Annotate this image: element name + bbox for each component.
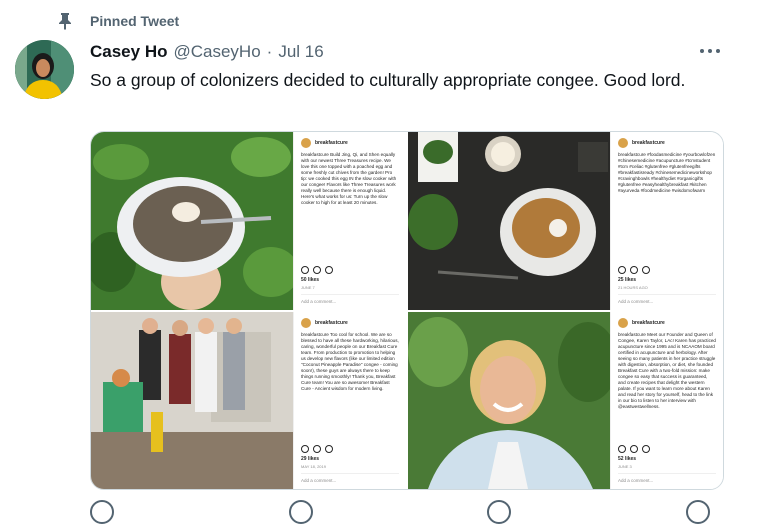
tweet-actions [90, 500, 710, 524]
instagram-avatar [618, 317, 628, 328]
instagram-avatar [301, 317, 311, 328]
instagram-username: breakfastcure [315, 319, 348, 326]
pin-icon [59, 13, 71, 30]
instagram-action-icons [618, 265, 716, 274]
instagram-avatar [618, 138, 628, 148]
instagram-date: JUNE 3 [618, 464, 632, 469]
separator-dot: · [266, 42, 273, 61]
share-icon[interactable] [685, 500, 710, 524]
username-handle[interactable]: @CaseyHo [173, 42, 260, 62]
more-options-icon[interactable] [700, 46, 720, 56]
congee-bowl-photo [91, 132, 294, 310]
instagram-likes: 25 likes [618, 276, 637, 283]
instagram-username: breakfastcure [632, 319, 665, 326]
avatar[interactable] [15, 40, 74, 99]
instagram-date: 21 HOURS AGO [618, 284, 648, 290]
instagram-username: breakfastcure [315, 140, 348, 146]
reply-icon[interactable] [90, 500, 114, 524]
instagram-date: JUNE 7 [301, 284, 315, 290]
instagram-post-panel: breakfastcure breakfastcure Meet our Fou… [610, 311, 723, 489]
media-image-slow-cooker[interactable]: breakfastcure breakfastcure #foodasmedic… [408, 132, 723, 310]
instagram-caption: breakfastcure Build Jing, Qi, and Shen e… [301, 152, 397, 205]
instagram-comment-placeholder: Add a comment... [301, 293, 399, 304]
pinned-tweet-indicator: Pinned Tweet [58, 11, 179, 31]
instagram-likes: 50 likes [301, 276, 320, 283]
instagram-caption: breakfastcure Too cool for school. We ar… [301, 331, 399, 391]
tweet-media-grid[interactable]: breakfastcure breakfastcure Build Jing, … [90, 131, 724, 490]
instagram-comment-placeholder: Add a comment... [618, 473, 716, 483]
slow-cooker-photo [408, 132, 611, 310]
retweet-icon[interactable] [288, 500, 313, 524]
media-image-congee-bowl[interactable]: breakfastcure breakfastcure Build Jing, … [91, 132, 406, 310]
instagram-date: MAY 18, 2019 [301, 464, 326, 469]
display-name[interactable]: Casey Ho [90, 42, 167, 62]
instagram-likes: 29 likes [301, 456, 320, 462]
pinned-label: Pinned Tweet [90, 13, 180, 29]
tweet-header: Casey Ho @CaseyHo · Jul 16 [90, 42, 324, 62]
tweet-date[interactable]: Jul 16 [278, 42, 323, 62]
instagram-action-icons [618, 445, 716, 453]
instagram-likes: 52 likes [618, 456, 637, 462]
instagram-comment-placeholder: Add a comment... [618, 293, 716, 304]
instagram-post-panel: breakfastcure breakfastcure Build Jing, … [293, 132, 406, 310]
instagram-caption: breakfastcure #foodasmedicine #yourbowlo… [618, 152, 716, 193]
tweet-text: So a group of colonizers decided to cult… [90, 70, 686, 90]
like-icon[interactable] [487, 500, 512, 524]
instagram-post-panel: breakfastcure breakfastcure #foodasmedic… [610, 132, 723, 310]
instagram-avatar [301, 138, 311, 148]
team-photo [91, 311, 294, 489]
instagram-comment-placeholder: Add a comment... [301, 473, 399, 483]
founder-portrait-photo [408, 311, 611, 489]
instagram-caption: breakfastcure Meet our Founder and Queen… [618, 331, 716, 409]
instagram-action-icons [301, 445, 399, 453]
instagram-username: breakfastcure [632, 140, 665, 146]
media-image-founder-portrait[interactable]: breakfastcure breakfastcure Meet our Fou… [408, 311, 723, 489]
media-image-team-photo[interactable]: breakfastcure breakfastcure Too cool for… [91, 311, 406, 489]
instagram-post-panel: breakfastcure breakfastcure Too cool for… [293, 311, 406, 489]
instagram-action-icons [301, 265, 399, 274]
